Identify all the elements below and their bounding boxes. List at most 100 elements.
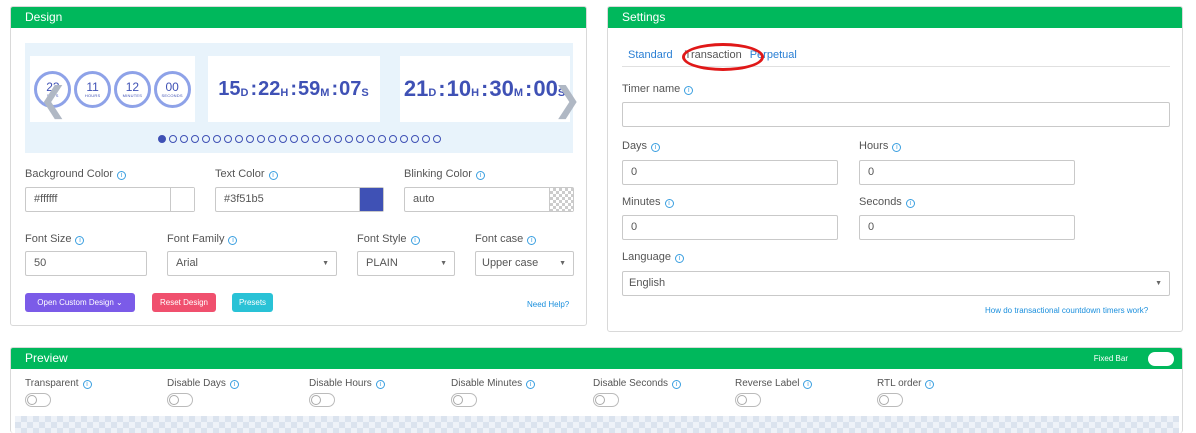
info-icon[interactable]: i: [664, 199, 674, 208]
reset-design-button[interactable]: Reset Design: [152, 293, 216, 312]
carousel-dot[interactable]: [289, 135, 298, 143]
circle-seconds-value: 00: [165, 79, 179, 94]
info-icon[interactable]: i: [684, 86, 694, 95]
font-size-input[interactable]: 50: [25, 251, 147, 276]
fixed-bar-toggle[interactable]: [1148, 351, 1174, 366]
carousel-dot[interactable]: [223, 135, 232, 143]
info-icon[interactable]: i: [82, 380, 92, 389]
carousel-dot[interactable]: [179, 135, 188, 143]
info-icon[interactable]: i: [674, 254, 684, 263]
info-icon[interactable]: i: [526, 380, 536, 389]
chevron-left-icon[interactable]: ❮: [39, 83, 68, 117]
circle-hours-label: HOURS: [84, 92, 101, 98]
timer-name-input[interactable]: [622, 102, 1170, 127]
chevron-right-icon[interactable]: ❯: [553, 83, 582, 117]
info-icon[interactable]: i: [672, 380, 682, 389]
text-color-swatch[interactable]: [359, 188, 383, 211]
font-case-select[interactable]: Upper case ▼: [475, 251, 574, 276]
info-icon[interactable]: i: [228, 236, 238, 245]
open-custom-design-button[interactable]: Open Custom Design ⌄: [25, 293, 135, 312]
minutes-input[interactable]: 0: [622, 215, 838, 240]
disable-seconds-toggle[interactable]: [593, 393, 619, 407]
presets-button[interactable]: Presets: [232, 293, 273, 312]
carousel-dot[interactable]: [300, 135, 309, 143]
carousel-dot[interactable]: [267, 135, 276, 143]
info-icon[interactable]: i: [905, 199, 915, 208]
disable-hours-toggle[interactable]: [309, 393, 335, 407]
text-color-label: Text Color i: [215, 168, 278, 180]
info-icon[interactable]: i: [375, 380, 385, 389]
design-slide-text-small[interactable]: 15 D:22 H:59 M:07 S: [208, 56, 380, 122]
carousel-dot[interactable]: [333, 135, 342, 143]
font-family-select[interactable]: Arial ▼: [167, 251, 337, 276]
carousel-dot[interactable]: [344, 135, 353, 143]
info-icon[interactable]: i: [651, 143, 661, 152]
carousel-dot[interactable]: [201, 135, 210, 143]
text-color-input[interactable]: #3f51b5: [215, 187, 384, 212]
hours-input[interactable]: 0: [859, 160, 1075, 185]
info-icon[interactable]: i: [475, 171, 485, 180]
carousel-dot[interactable]: [388, 135, 397, 143]
slide2-sep: :: [250, 77, 258, 100]
transactional-help-link[interactable]: How do transactional countdown timers wo…: [985, 306, 1148, 315]
carousel-dot[interactable]: [421, 135, 430, 143]
info-icon[interactable]: i: [527, 236, 537, 245]
blinking-color-swatch[interactable]: [549, 188, 573, 211]
carousel-dot[interactable]: [322, 135, 331, 143]
blinking-color-input[interactable]: auto: [404, 187, 574, 212]
disable-days-toggle[interactable]: [167, 393, 193, 407]
slide2-days-unit: D: [240, 87, 249, 99]
days-input[interactable]: 0: [622, 160, 838, 185]
seconds-label: Seconds i: [859, 196, 915, 208]
rtl-order-toggle[interactable]: [877, 393, 903, 407]
language-select[interactable]: English ▼: [622, 271, 1170, 296]
info-icon[interactable]: i: [268, 171, 278, 180]
background-color-swatch[interactable]: [170, 188, 194, 211]
carousel-dot[interactable]: [311, 135, 320, 143]
slide2-seconds-unit: S: [361, 87, 369, 99]
carousel-dot[interactable]: [190, 135, 199, 143]
font-style-label: Font Style i: [357, 233, 420, 245]
info-icon[interactable]: i: [229, 380, 239, 389]
need-help-link[interactable]: Need Help?: [527, 300, 569, 309]
disable-minutes-toggle[interactable]: [451, 393, 477, 407]
seconds-input[interactable]: 0: [859, 215, 1075, 240]
slide2-sep: :: [290, 77, 298, 100]
carousel-dot[interactable]: [234, 135, 243, 143]
carousel-dot[interactable]: [212, 135, 221, 143]
text-color-value: #3f51b5: [224, 193, 264, 205]
option-disable-seconds: Disable Seconds i: [593, 378, 682, 407]
tab-standard[interactable]: Standard: [622, 45, 679, 66]
carousel-dot[interactable]: [377, 135, 386, 143]
info-icon[interactable]: i: [892, 143, 902, 152]
reverse-label-toggle[interactable]: [735, 393, 761, 407]
design-carousel[interactable]: 23 DAYS 11 HOURS 12 MINUTES 00 SECONDS 1…: [25, 43, 582, 153]
toggle-knob: [169, 395, 179, 405]
font-size-label: Font Size i: [25, 233, 85, 245]
background-color-input[interactable]: #ffffff: [25, 187, 195, 212]
background-color-label: Background Color i: [25, 168, 127, 180]
option-disable-minutes: Disable Minutes i: [451, 378, 536, 407]
carousel-dot[interactable]: [410, 135, 419, 143]
toggle-knob: [879, 395, 889, 405]
info-icon[interactable]: i: [75, 236, 85, 245]
info-icon[interactable]: i: [117, 171, 127, 180]
open-custom-design-label: Open Custom Design: [37, 298, 114, 307]
slide2-minutes-unit: M: [320, 87, 330, 99]
info-icon[interactable]: i: [803, 380, 813, 389]
design-slide-text-large[interactable]: 21 D:10 H:30 M:00 S: [400, 56, 570, 122]
info-icon[interactable]: i: [410, 236, 420, 245]
carousel-dot[interactable]: [366, 135, 375, 143]
carousel-dot[interactable]: [432, 135, 441, 143]
transparent-toggle[interactable]: [25, 393, 51, 407]
carousel-dot[interactable]: [278, 135, 287, 143]
font-style-select[interactable]: PLAIN ▼: [357, 251, 455, 276]
carousel-dot[interactable]: [245, 135, 254, 143]
carousel-dot[interactable]: [157, 135, 166, 143]
carousel-dot[interactable]: [256, 135, 265, 143]
carousel-dot[interactable]: [399, 135, 408, 143]
info-icon[interactable]: i: [925, 380, 935, 389]
carousel-dot[interactable]: [355, 135, 364, 143]
carousel-dot[interactable]: [168, 135, 177, 143]
option-reverse-label: Reverse Label i: [735, 378, 813, 407]
